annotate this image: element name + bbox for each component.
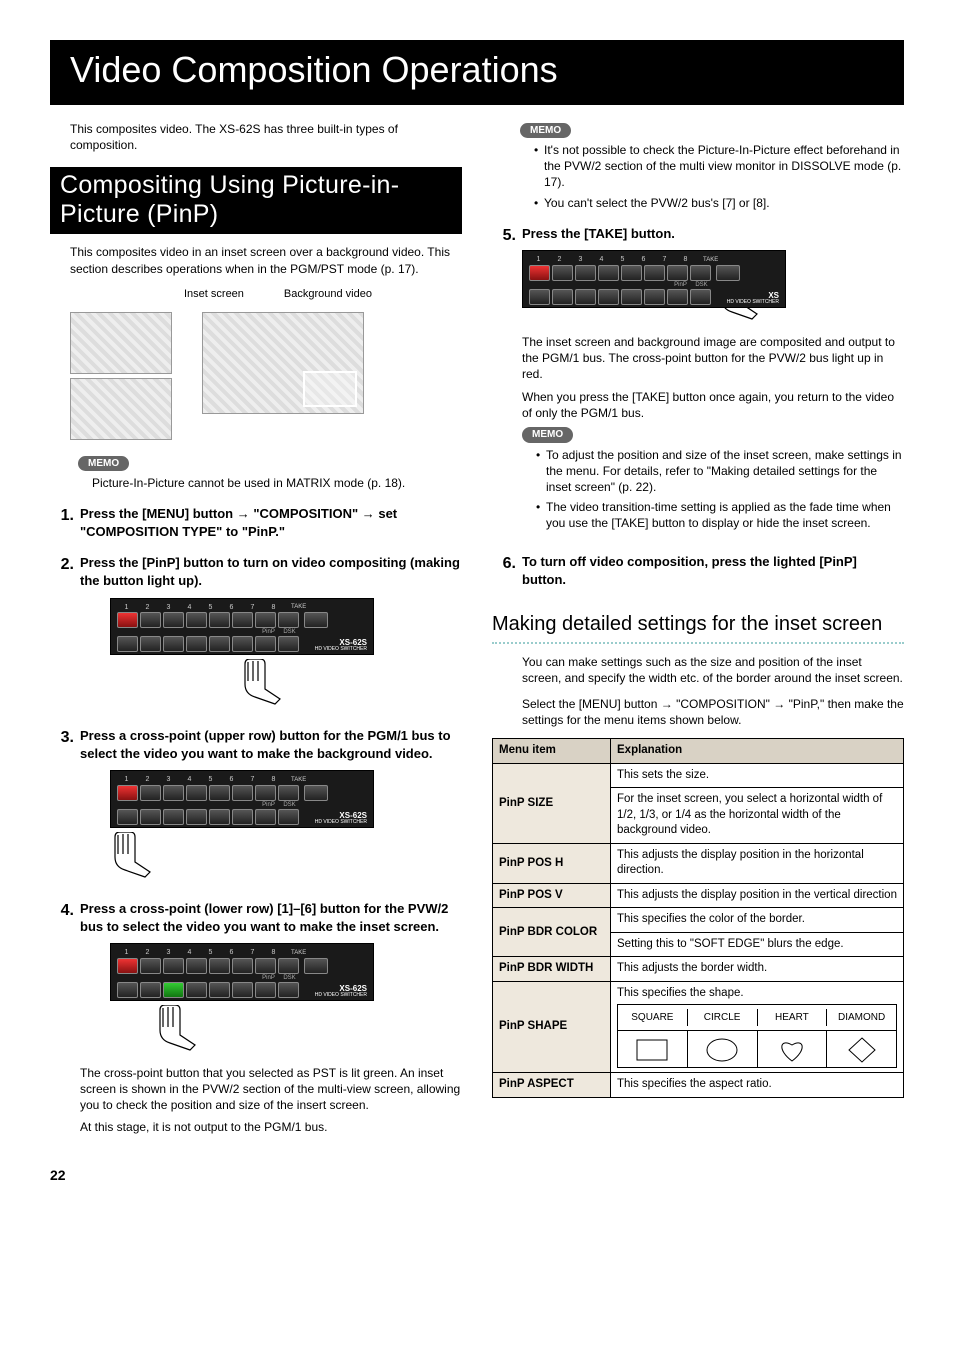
table-row: PinP SIZEThis sets the size.For the inse… (493, 763, 904, 843)
step-number: 3. (50, 727, 74, 886)
heart-icon (772, 1035, 812, 1065)
dotted-rule (492, 640, 904, 644)
memo-bullet: The video transition-time setting is app… (536, 499, 904, 531)
step-5-text-1: The inset screen and background image ar… (522, 334, 904, 383)
memo-bullet: It's not possible to check the Picture-I… (534, 142, 904, 191)
step-6-head: To turn off video composition, press the… (522, 553, 904, 588)
sub-intro-1: You can make settings such as the size a… (522, 654, 904, 686)
inset-label: Inset screen (184, 287, 244, 302)
right-column: MEMO It's not possible to check the Pict… (492, 117, 904, 1185)
sub-intro-2: Select the [MENU] button → "COMPOSITION"… (522, 696, 904, 728)
page-title: Video Composition Operations (50, 40, 904, 105)
sub-heading: Making detailed settings for the inset s… (492, 611, 904, 638)
step-4-head: Press a cross-point (lower row) [1]–[6] … (80, 900, 462, 935)
inset-photo-1 (70, 312, 172, 374)
button-panel-step4: 12345678TAKE PinPDSK XS-62SHD VIDEO SWIT… (110, 943, 374, 1001)
memo-badge: MEMO (520, 123, 571, 139)
inset-photo-2 (70, 378, 172, 440)
hand-icon (230, 659, 290, 709)
th-menu-item: Menu item (493, 739, 611, 764)
square-icon (632, 1035, 672, 1065)
th-explanation: Explanation (611, 739, 904, 764)
shape-diamond-label: DIAMOND (838, 1012, 885, 1023)
step-number: 2. (50, 554, 74, 713)
memo-text-1: Picture-In-Picture cannot be used in MAT… (92, 475, 462, 491)
table-row: PinP BDR COLORThis specifies the color o… (493, 908, 904, 957)
hand-icon (145, 1005, 205, 1055)
section-intro: This composites video in an inset screen… (70, 244, 462, 276)
step-5-head: Press the [TAKE] button. (522, 225, 904, 243)
memo-badge: MEMO (78, 456, 129, 472)
step-number: 6. (492, 553, 516, 588)
step-number: 5. (492, 225, 516, 540)
memo-bullet: To adjust the position and size of the i… (536, 447, 904, 496)
button-panel-step5: 12345678TAKE PinPDSK XSHD VIDEO SWITCHER (522, 250, 786, 308)
table-row: PinP BDR WIDTHThis adjusts the border wi… (493, 957, 904, 982)
intro-text: This composites video. The XS-62S has th… (70, 121, 462, 153)
step-2-head: Press the [PinP] button to turn on video… (80, 554, 462, 589)
button-panel-step2: 12345678TAKE PinPDSK XS-62SHD VIDEO SWIT… (110, 598, 374, 656)
composited-photo (202, 312, 364, 414)
section-heading-pinp: Compositing Using Picture-in-Picture (Pi… (50, 167, 462, 235)
shape-heart-label: HEART (775, 1012, 809, 1023)
diamond-icon (842, 1035, 882, 1065)
step-3-head: Press a cross-point (upper row) button f… (80, 727, 462, 762)
step-4-text-2: At this stage, it is not output to the P… (80, 1119, 462, 1135)
hand-icon (100, 832, 160, 882)
memo-bullet: You can't select the PVW/2 bus's [7] or … (534, 195, 904, 211)
step-number: 4. (50, 900, 74, 1136)
circle-icon (702, 1035, 742, 1065)
shape-circle-label: CIRCLE (704, 1012, 741, 1023)
table-row: PinP SHAPE This specifies the shape. SQU… (493, 982, 904, 1073)
left-column: This composites video. The XS-62S has th… (50, 117, 462, 1185)
step-number: 1. (50, 505, 74, 540)
step-1-head: Press the [MENU] button → "COMPOSITION" … (80, 506, 397, 539)
bg-label: Background video (284, 287, 372, 302)
step-4-text-1: The cross-point button that you selected… (80, 1065, 462, 1114)
table-row: PinP POS VThis adjusts the display posit… (493, 883, 904, 908)
step-5-text-2: When you press the [TAKE] button once ag… (522, 389, 904, 421)
memo-badge: MEMO (522, 427, 573, 443)
settings-table: Menu itemExplanation PinP SIZEThis sets … (492, 738, 904, 1097)
button-panel-step3: 12345678TAKE PinPDSK XS-62SHD VIDEO SWIT… (110, 770, 374, 828)
shape-square-label: SQUARE (631, 1012, 673, 1023)
page-number: 22 (50, 1166, 462, 1185)
table-row: PinP POS HThis adjusts the display posit… (493, 843, 904, 883)
table-row: PinP ASPECTThis specifies the aspect rat… (493, 1073, 904, 1098)
